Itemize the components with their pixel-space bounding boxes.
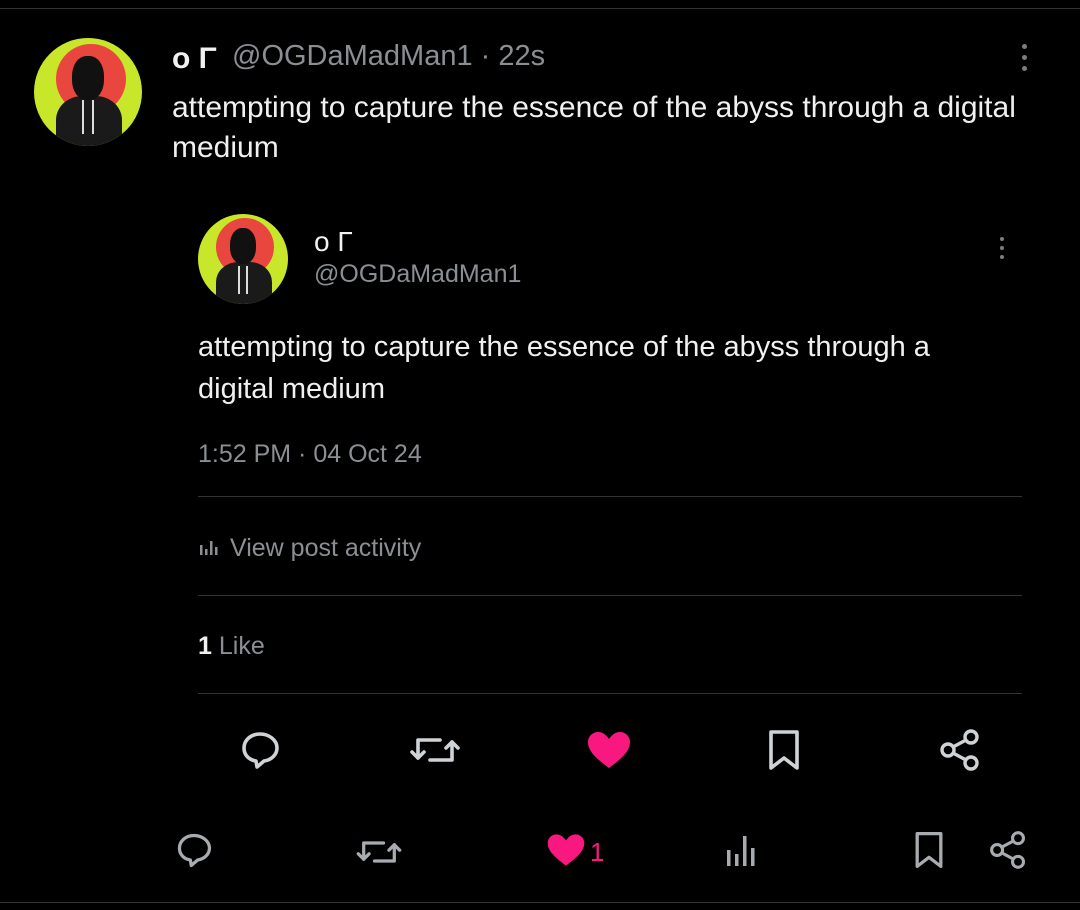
quoted-like-icon[interactable] [586, 730, 632, 770]
like-button[interactable]: 1 [546, 832, 604, 873]
quoted-handle[interactable]: @OGDaMadMan1 [314, 260, 521, 289]
reply-icon[interactable] [174, 830, 214, 870]
separator: · [480, 40, 491, 72]
handle[interactable]: @OGDaMadMan1 [232, 40, 473, 72]
quoted-more-icon[interactable] [1000, 237, 1004, 259]
quoted-avatar[interactable] [198, 214, 288, 304]
views-icon [198, 535, 220, 562]
likes-summary[interactable]: 1 Like [198, 632, 265, 661]
divider [198, 595, 1022, 596]
quoted-timestamp[interactable]: 1:52 PM · 04 Oct 24 [198, 440, 422, 469]
top-border [0, 8, 1080, 9]
time-ago[interactable]: 22s [498, 40, 545, 72]
likes-count: 1 [198, 632, 212, 660]
quoted-bookmark-icon[interactable] [766, 728, 802, 772]
more-icon[interactable] [1022, 44, 1027, 71]
view-post-activity-label: View post activity [230, 534, 422, 562]
like-icon [546, 832, 586, 873]
repost-icon[interactable] [356, 834, 402, 870]
like-count: 1 [590, 837, 605, 867]
bottom-border [0, 902, 1080, 903]
divider [198, 496, 1022, 497]
quoted-repost-icon[interactable] [410, 730, 460, 770]
likes-label: Like [218, 632, 265, 660]
post-text: attempting to capture the essence of the… [172, 91, 1016, 164]
share-icon[interactable] [988, 830, 1028, 870]
divider [198, 693, 1022, 694]
handle-line: @OGDaMadMan1 · 22s [232, 40, 545, 73]
view-post-activity-button[interactable]: View post activity [198, 534, 421, 563]
quoted-post-text: attempting to capture the essence of the… [198, 331, 930, 405]
quoted-reply-icon[interactable] [238, 728, 282, 772]
quoted-display-name[interactable]: ο Γ [314, 226, 353, 258]
views-icon[interactable] [724, 832, 760, 868]
avatar[interactable] [34, 38, 142, 146]
quoted-share-icon[interactable] [938, 728, 982, 772]
display-name[interactable]: ο Γ [172, 42, 217, 76]
bookmark-icon[interactable] [912, 830, 946, 870]
